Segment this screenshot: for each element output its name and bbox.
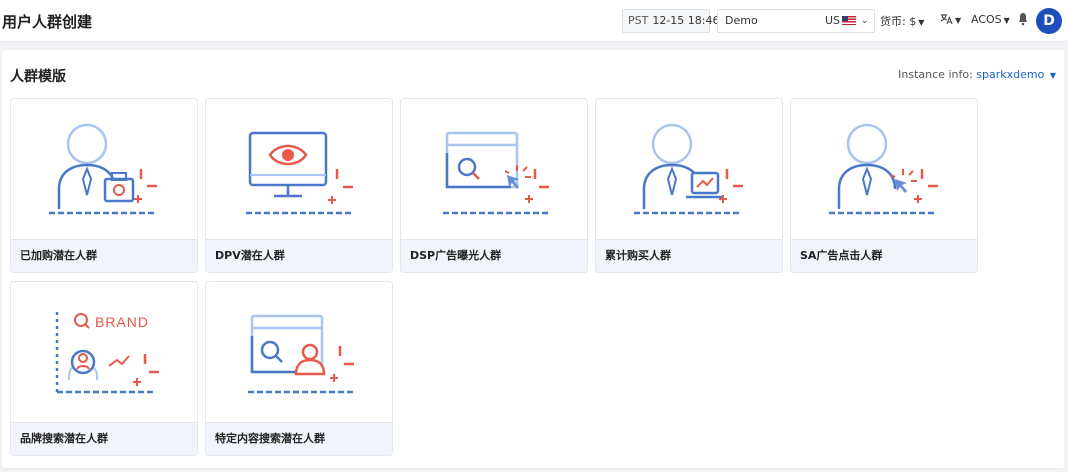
monitor-eye-icon [246, 131, 353, 215]
caret-down-icon: ▼ [1003, 16, 1010, 25]
caret-down-icon: ▼ [955, 16, 962, 25]
account-name: Demo [725, 14, 758, 27]
brand-search-icon: BRAND [55, 312, 159, 394]
instance-label: Instance info: [898, 68, 973, 81]
browser-search-click-icon [443, 131, 549, 215]
content-search-person-icon [248, 314, 354, 394]
template-panel: 人群模版 Instance info: sparkxdemo ▼ 已加购潜在人群 [2, 50, 1064, 468]
panel-title: 人群模版 [10, 69, 66, 85]
template-card-label: 累计购买人群 [596, 239, 782, 272]
template-card-label: 品牌搜索潜在人群 [11, 422, 197, 455]
instance-value: sparkxdemo [976, 68, 1045, 81]
template-card-label: 已加购潜在人群 [11, 239, 197, 272]
timezone-label: PST [628, 14, 649, 27]
language-selector[interactable]: ▼ [940, 13, 961, 26]
person-laptop-icon [634, 123, 743, 215]
template-card-label: 特定内容搜索潜在人群 [206, 422, 392, 455]
brand-text: BRAND [95, 314, 149, 330]
template-card-label: DSP广告曝光人群 [401, 239, 587, 272]
bell-icon[interactable] [1018, 12, 1028, 26]
metric-label: ACOS [971, 13, 1002, 26]
currency-label: 货币: $ [880, 15, 917, 28]
us-flag-icon [842, 16, 856, 25]
page-title: 用户人群创建 [2, 13, 93, 31]
marketplace-label: US [825, 14, 841, 27]
caret-down-icon: ▼ [918, 18, 925, 27]
currency-selector[interactable]: 货币: $ ▼ [880, 13, 924, 29]
caret-down-icon: ▼ [1049, 71, 1056, 80]
person-click-icon [829, 123, 938, 215]
timezone-clock: PST 12-15 18:46 [622, 9, 720, 33]
template-card-brand-search[interactable]: BRAND 品牌搜索潜在人群 [10, 281, 198, 456]
template-card-sa-click[interactable]: SA广告点击人群 [790, 98, 978, 273]
person-cart-icon [49, 123, 157, 215]
template-card-purchase[interactable]: 累计购买人群 [595, 98, 783, 273]
instance-info[interactable]: Instance info: sparkxdemo ▼ [898, 68, 1056, 81]
top-bar: 用户人群创建 PST 12-15 18:46 Demo US ⌄ 货币: $ ▼ ▼… [0, 0, 1068, 42]
template-card-dsp[interactable]: DSP广告曝光人群 [400, 98, 588, 273]
template-card-label: SA广告点击人群 [791, 239, 977, 272]
chevron-down-icon: ⌄ [861, 16, 869, 26]
metric-selector[interactable]: ACOS ▼ [971, 13, 1010, 26]
template-card-label: DPV潜在人群 [206, 239, 392, 272]
template-card-content-search[interactable]: 特定内容搜索潜在人群 [205, 281, 393, 456]
account-selector[interactable]: Demo US ⌄ [717, 9, 875, 33]
template-card-dpv[interactable]: DPV潜在人群 [205, 98, 393, 273]
datetime-label: 12-15 18:46 [652, 14, 720, 27]
translate-icon [940, 14, 953, 25]
template-card-cart[interactable]: 已加购潜在人群 [10, 98, 198, 273]
avatar[interactable]: D [1036, 8, 1062, 34]
